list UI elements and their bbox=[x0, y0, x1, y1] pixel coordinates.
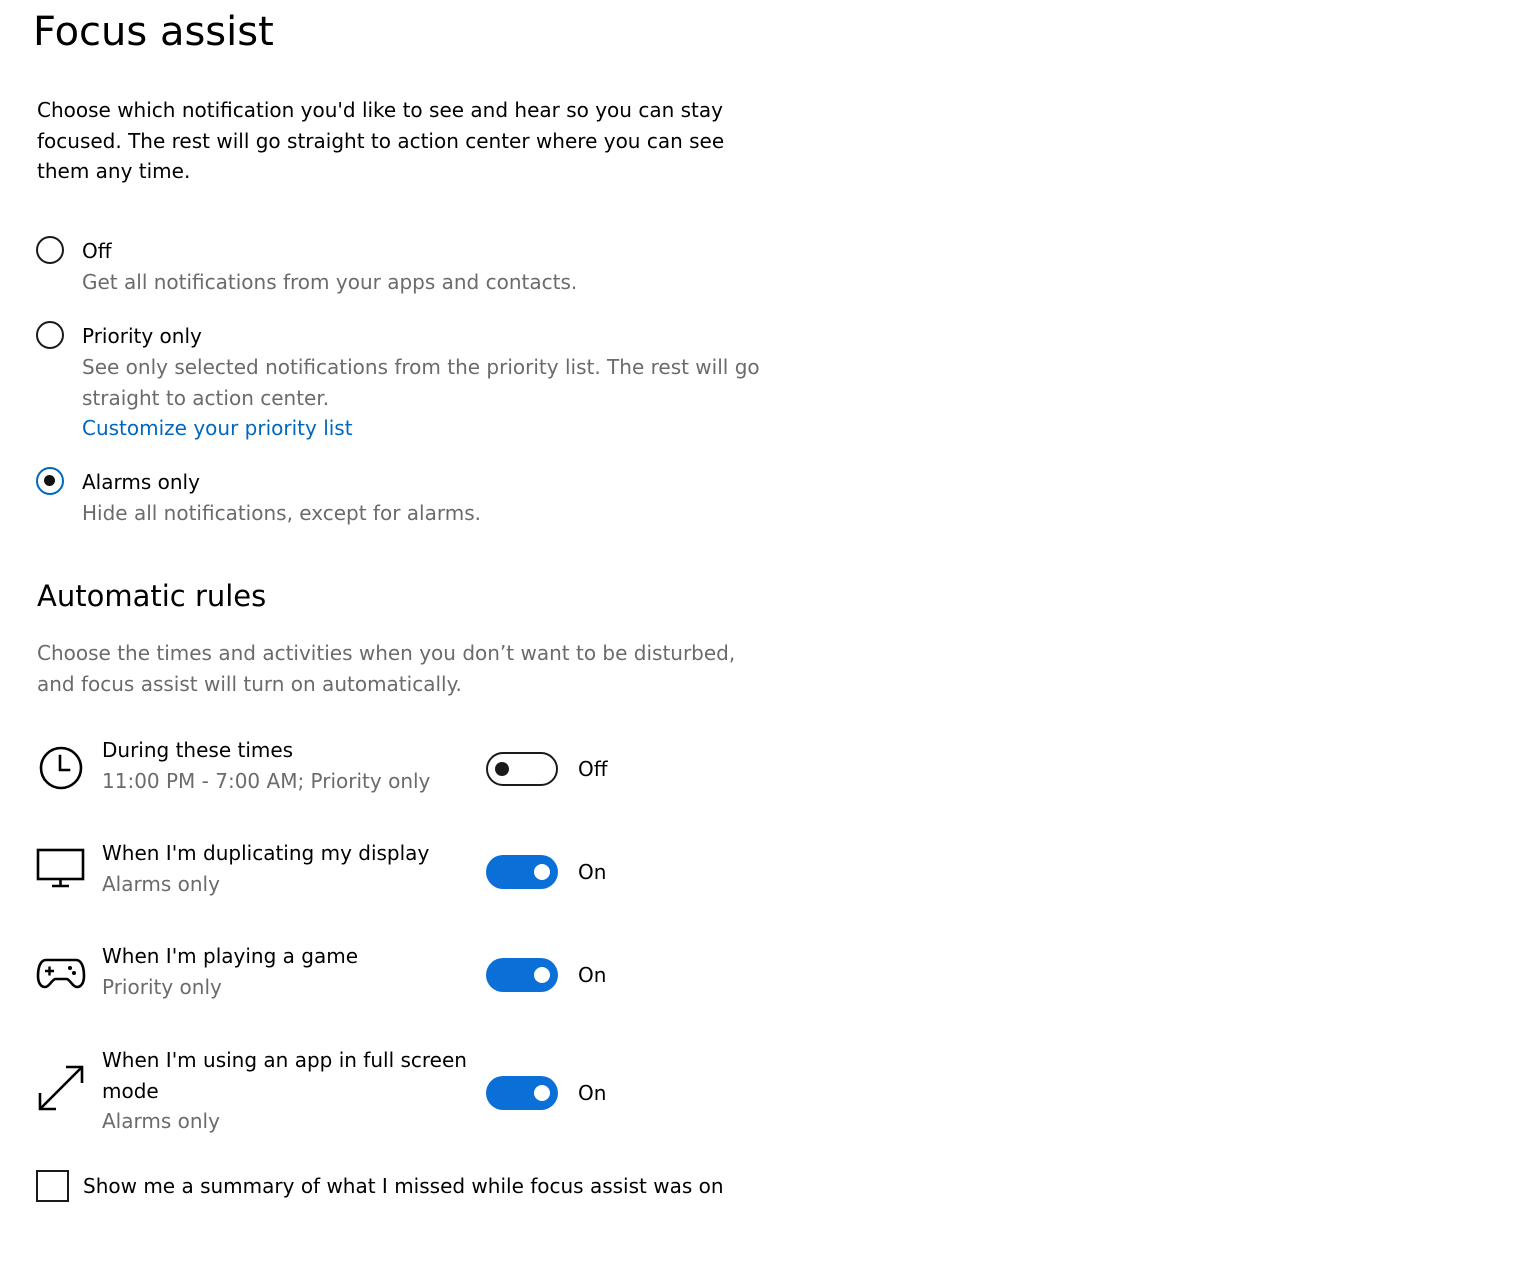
summary-checkbox[interactable] bbox=[36, 1170, 69, 1202]
toggle-during-these-times[interactable] bbox=[486, 752, 558, 786]
toggle-knob bbox=[534, 967, 550, 983]
mode-label-off: Off bbox=[82, 239, 112, 263]
toggle-knob bbox=[534, 1085, 550, 1101]
page-title: Focus assist bbox=[33, 9, 274, 55]
toggle-state-label: On bbox=[578, 963, 607, 987]
rule-subtitle: Alarms only bbox=[102, 1109, 220, 1133]
toggle-state-label: On bbox=[578, 860, 607, 884]
toggle-knob bbox=[495, 762, 509, 776]
rule-title: When I'm using an app in full screen mod… bbox=[102, 1048, 467, 1103]
rule-text: When I'm duplicating my display Alarms o… bbox=[102, 838, 482, 899]
radio-button-alarms-only[interactable] bbox=[36, 467, 64, 495]
radio-button-priority-only[interactable] bbox=[36, 321, 64, 349]
toggle-playing-game[interactable] bbox=[486, 958, 558, 992]
toggle-knob bbox=[534, 864, 550, 880]
monitor-icon bbox=[36, 840, 86, 890]
automatic-rules-description: Choose the times and activities when you… bbox=[37, 641, 736, 696]
priority-description-text: See only selected notifications from the… bbox=[82, 355, 760, 410]
clock-icon bbox=[36, 743, 86, 793]
rule-subtitle: Priority only bbox=[102, 974, 222, 999]
radio-button-off[interactable] bbox=[36, 236, 64, 264]
toggle-state-label: On bbox=[578, 1081, 607, 1105]
toggle-full-screen-app[interactable] bbox=[486, 1076, 558, 1110]
summary-checkbox-label: Show me a summary of what I missed while… bbox=[83, 1174, 724, 1198]
rule-title: During these times bbox=[102, 738, 294, 762]
gamepad-icon bbox=[36, 946, 86, 996]
rule-text: When I'm using an app in full screen mod… bbox=[102, 1045, 482, 1137]
rule-title: When I'm playing a game bbox=[102, 944, 359, 968]
rule-subtitle: Alarms only bbox=[102, 871, 220, 896]
rule-text: When I'm playing a game Priority only bbox=[102, 941, 482, 1002]
automatic-rules-heading: Automatic rules bbox=[37, 579, 267, 613]
mode-description-alarms-only: Hide all notifications, except for alarm… bbox=[82, 501, 481, 525]
rule-subtitle: 11:00 PM - 7:00 AM; Priority only bbox=[102, 768, 431, 793]
mode-label-alarms-only: Alarms only bbox=[82, 470, 200, 494]
rule-title: When I'm duplicating my display bbox=[102, 841, 430, 865]
rule-text: During these times 11:00 PM - 7:00 AM; P… bbox=[102, 735, 482, 796]
page-intro: Choose which notification you'd like to … bbox=[37, 98, 725, 183]
focus-assist-page: Focus assist Choose which notification y… bbox=[0, 0, 1536, 1271]
toggle-state-label: Off bbox=[578, 757, 608, 781]
toggle-duplicating-display[interactable] bbox=[486, 855, 558, 889]
mode-label-priority-only: Priority only bbox=[82, 324, 202, 348]
mode-description-priority-only: See only selected notifications from the… bbox=[82, 352, 782, 444]
customize-priority-list-link[interactable]: Customize your priority list bbox=[82, 413, 782, 444]
fullscreen-icon bbox=[36, 1063, 86, 1113]
mode-description-off: Get all notifications from your apps and… bbox=[82, 270, 578, 294]
